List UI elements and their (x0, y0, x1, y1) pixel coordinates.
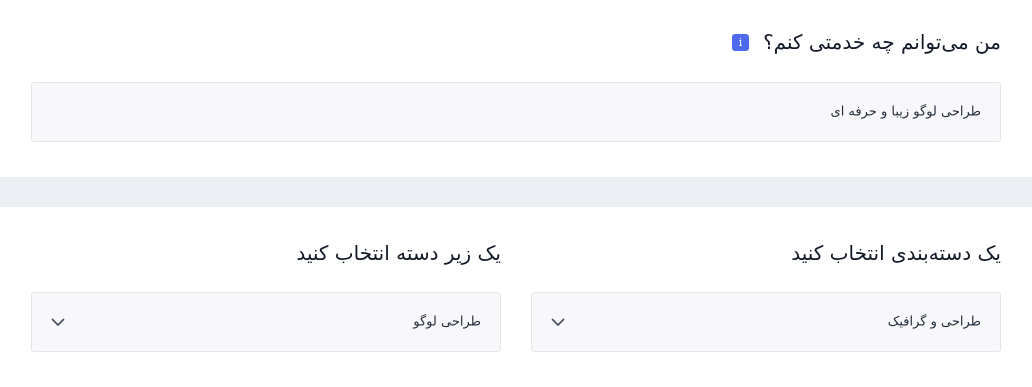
subcategory-selected-value: طراحی لوگو (413, 314, 481, 330)
section-divider (0, 177, 1032, 207)
category-select[interactable]: طراحی و گرافیک (531, 292, 1001, 352)
subcategory-label: یک زیر دسته انتخاب کنید (296, 241, 501, 265)
category-selected-value: طراحی و گرافیک (887, 314, 981, 330)
service-title-row: من می‌توانم چه خدمتی کنم؟ i (732, 30, 1001, 54)
category-label: یک دسته‌بندی انتخاب کنید (791, 241, 1001, 265)
service-title: من می‌توانم چه خدمتی کنم؟ (763, 30, 1001, 54)
info-icon[interactable]: i (732, 33, 750, 51)
service-input[interactable]: طراحی لوگو زیبا و حرفه ای (31, 82, 1001, 142)
subcategory-select[interactable]: طراحی لوگو (31, 292, 501, 352)
service-input-value: طراحی لوگو زیبا و حرفه ای (830, 104, 981, 120)
chevron-down-icon (51, 318, 65, 326)
chevron-down-icon (551, 318, 565, 326)
